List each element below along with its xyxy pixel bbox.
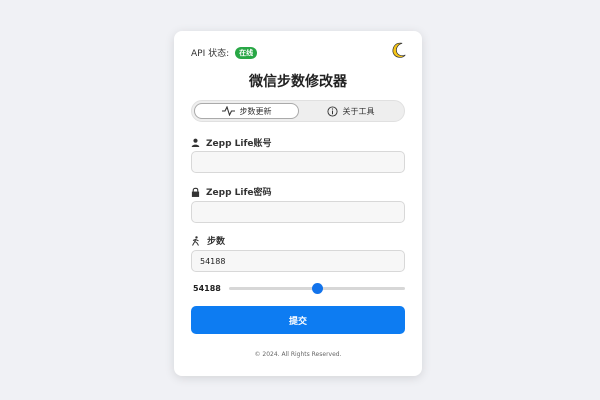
account-label: Zepp Life账号: [191, 136, 272, 149]
status-badge: 在线: [235, 46, 258, 59]
tab-about-label: 关于工具: [342, 106, 375, 116]
user-icon: [191, 138, 200, 147]
password-input[interactable]: [191, 201, 405, 223]
lock-icon: [191, 187, 200, 197]
password-label: Zepp Life密码: [191, 185, 272, 198]
info-icon: [326, 105, 338, 117]
footer-copyright: © 2024. All Rights Reserved.: [254, 351, 342, 358]
slider-value: 54188: [193, 284, 221, 293]
steps-label: 步数: [191, 234, 225, 247]
steps-slider: 54188: [193, 283, 405, 294]
tab-step-update-label: 步数更新: [239, 106, 272, 116]
steps-input[interactable]: 54188: [191, 250, 405, 272]
moon-icon[interactable]: [390, 41, 408, 59]
api-status: API 状态: 在线: [191, 46, 258, 59]
pulse-icon: [221, 106, 235, 116]
submit-button[interactable]: 提交: [191, 306, 405, 334]
walk-icon: [192, 235, 199, 246]
slider-thumb[interactable]: [312, 283, 323, 294]
tab-step-update[interactable]: 步数更新: [194, 103, 299, 119]
tab-about[interactable]: 关于工具: [299, 103, 402, 119]
api-status-label: API 状态:: [191, 49, 230, 59]
slider-track[interactable]: [229, 283, 405, 294]
page-title: 微信步数修改器: [249, 74, 347, 90]
form-card: API 状态: 在线 微信步数修改器 步数更新 关于工具 Zepp Life账号: [174, 31, 422, 376]
tab-bar: 步数更新 关于工具: [191, 100, 405, 122]
account-input[interactable]: [191, 151, 405, 173]
